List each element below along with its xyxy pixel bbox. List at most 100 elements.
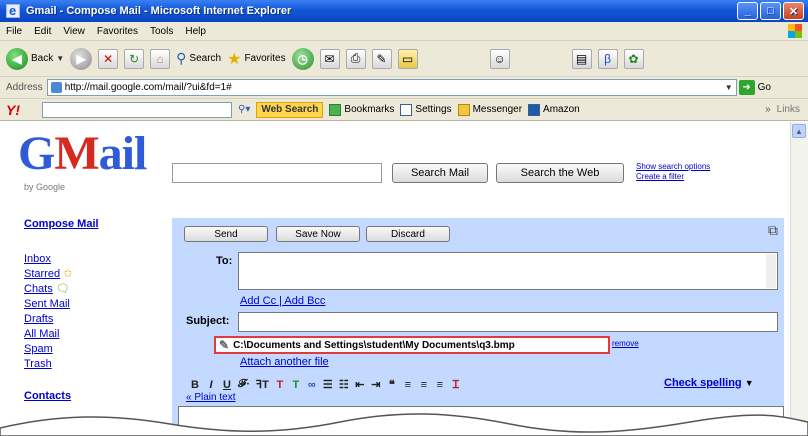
remove-formatting-icon[interactable]: Ɪ <box>451 377 461 392</box>
address-bar: Address http://mail.google.com/mail/?ui&… <box>0 77 808 99</box>
compose-mail-link[interactable]: Compose Mail <box>24 218 164 230</box>
underline-icon[interactable]: U <box>222 379 232 391</box>
sidebar-item-chats[interactable]: Chats 🗨 <box>24 282 164 297</box>
menu-file[interactable]: File <box>6 26 22 37</box>
menu-favorites[interactable]: Favorites <box>97 26 138 37</box>
sidebar-item-all-mail[interactable]: All Mail <box>24 327 164 342</box>
settings-button[interactable]: Settings <box>400 103 452 116</box>
search-mail-button[interactable]: Search Mail <box>392 163 488 183</box>
close-button[interactable]: ✕ <box>783 2 804 20</box>
add-cc-bcc-link[interactable]: Add Cc | Add Bcc <box>240 295 325 307</box>
browser-toolbar: ◀ Back ▼ ▶ ✕ ↻ ⌂ ⚲ Search ★ Favorites ◷ … <box>0 41 808 77</box>
address-url: http://mail.google.com/mail/?ui&fd=1# <box>64 82 232 93</box>
formatting-toolbar: B I U 𝓕· ꟻT T T ∞ ☰ ☷ ⇤ ⇥ ❝ ≡ ≡ ≡ Ɪ <box>190 377 461 392</box>
gmail-logo[interactable]: GMail <box>18 130 147 178</box>
page-scrollbar[interactable]: ▲ <box>790 122 808 436</box>
menu-tools[interactable]: Tools <box>150 26 173 37</box>
page-icon <box>50 82 62 93</box>
stop-button[interactable]: ✕ <box>98 48 119 69</box>
sidebar-item-contacts[interactable]: Contacts <box>24 390 164 402</box>
minimize-button[interactable]: _ <box>737 2 758 20</box>
messenger-yahoo-button[interactable]: Messenger <box>457 103 522 116</box>
toolbar-more-icon[interactable]: » <box>765 104 771 115</box>
chevron-down-icon: ▼ <box>56 54 65 63</box>
yahoo-search-icon[interactable]: ⚲▾ <box>238 104 250 115</box>
links-label[interactable]: Links <box>777 104 800 115</box>
ie-icon <box>6 3 20 18</box>
go-button[interactable]: ➜ Go <box>738 80 771 95</box>
sidebar: Compose Mail Inbox Starred ✩ Chats 🗨 Sen… <box>24 218 164 402</box>
search-button[interactable]: ⚲ Search <box>176 50 221 67</box>
yahoo-logo[interactable]: Y! <box>6 102 36 118</box>
numbered-list-icon[interactable]: ☰ <box>323 378 333 391</box>
to-label: To: <box>216 255 233 267</box>
indent-less-icon[interactable]: ⇤ <box>355 378 365 391</box>
italic-icon[interactable]: I <box>206 379 216 391</box>
star-icon: ★ <box>227 50 242 68</box>
align-center-icon[interactable]: ≡ <box>419 379 429 391</box>
link-icon[interactable]: ∞ <box>307 379 317 391</box>
scroll-up-icon[interactable]: ▲ <box>792 124 806 138</box>
window-titlebar: Gmail - Compose Mail - Microsoft Interne… <box>0 0 808 22</box>
maximize-button[interactable]: □ <box>760 2 781 20</box>
menu-view[interactable]: View <box>63 26 85 37</box>
menu-edit[interactable]: Edit <box>34 26 51 37</box>
search-web-button[interactable]: Search the Web <box>496 163 624 183</box>
sidebar-item-starred[interactable]: Starred ✩ <box>24 267 164 282</box>
history-button[interactable]: ◷ <box>291 47 314 70</box>
discard-button[interactable]: Discard <box>366 226 450 242</box>
quote-icon[interactable]: ❝ <box>387 378 397 391</box>
sidebar-item-inbox[interactable]: Inbox <box>24 252 164 267</box>
print-button[interactable]: ⎙ <box>345 48 366 69</box>
align-left-icon[interactable]: ≡ <box>403 379 413 391</box>
align-right-icon[interactable]: ≡ <box>435 379 445 391</box>
go-arrow-icon: ➜ <box>738 80 755 95</box>
bookmarks-icon <box>329 103 342 116</box>
highlight-color-icon[interactable]: T <box>291 379 301 391</box>
web-search-button[interactable]: Web Search <box>256 101 324 118</box>
mail-search-input[interactable] <box>172 163 382 183</box>
plain-text-link[interactable]: « Plain text <box>186 392 235 403</box>
remove-attachment-link[interactable]: remove <box>612 339 639 348</box>
sidebar-item-drafts[interactable]: Drafts <box>24 312 164 327</box>
refresh-button[interactable]: ↻ <box>124 48 145 69</box>
show-search-options-link[interactable]: Show search options <box>636 162 710 172</box>
save-now-button[interactable]: Save Now <box>276 226 360 242</box>
attach-another-file-link[interactable]: Attach another file <box>240 356 329 368</box>
new-window-icon[interactable]: ⧉ <box>768 222 778 239</box>
edit-button[interactable]: ✎ <box>371 48 392 69</box>
research-button[interactable]: ▤ <box>571 48 592 69</box>
menu-help[interactable]: Help <box>185 26 206 37</box>
text-color-icon[interactable]: T <box>275 379 285 391</box>
tools-button[interactable]: ✿ <box>623 48 644 69</box>
send-button[interactable]: Send <box>184 226 268 242</box>
address-input[interactable]: http://mail.google.com/mail/?ui&fd=1# <box>46 79 737 96</box>
bulleted-list-icon[interactable]: ☷ <box>339 378 349 391</box>
font-icon[interactable]: 𝓕· <box>238 378 250 391</box>
sidebar-item-spam[interactable]: Spam <box>24 342 164 357</box>
amazon-button[interactable]: Amazon <box>528 103 580 116</box>
yahoo-search-input[interactable] <box>42 101 232 118</box>
sidebar-item-sent[interactable]: Sent Mail <box>24 297 164 312</box>
font-size-icon[interactable]: ꟻT <box>256 378 269 391</box>
to-field-scrollbar[interactable] <box>766 254 776 288</box>
back-button[interactable]: ◀ Back ▼ <box>6 47 65 70</box>
bluetooth-button[interactable]: β <box>597 48 618 69</box>
by-google-label: by Google <box>24 182 66 192</box>
indent-more-icon[interactable]: ⇥ <box>371 378 381 391</box>
create-filter-link[interactable]: Create a filter <box>636 172 710 182</box>
check-spelling-button[interactable]: Check spelling ▼ <box>664 377 754 389</box>
mail-button[interactable]: ✉ <box>319 48 340 69</box>
folder-button[interactable]: ▭ <box>397 48 418 69</box>
address-dropdown-icon[interactable]: ▼ <box>725 83 733 92</box>
attachment-path: C:\Documents and Settings\student\My Doc… <box>233 339 515 351</box>
bold-icon[interactable]: B <box>190 379 200 391</box>
subject-field[interactable] <box>238 312 778 332</box>
sidebar-item-trash[interactable]: Trash <box>24 357 164 372</box>
home-button[interactable]: ⌂ <box>150 48 171 69</box>
messenger-button[interactable]: ☺ <box>489 48 510 69</box>
forward-button[interactable]: ▶ <box>70 47 93 70</box>
to-field[interactable] <box>238 252 778 290</box>
favorites-button[interactable]: ★ Favorites <box>227 49 285 69</box>
bookmarks-button[interactable]: Bookmarks <box>329 103 394 116</box>
